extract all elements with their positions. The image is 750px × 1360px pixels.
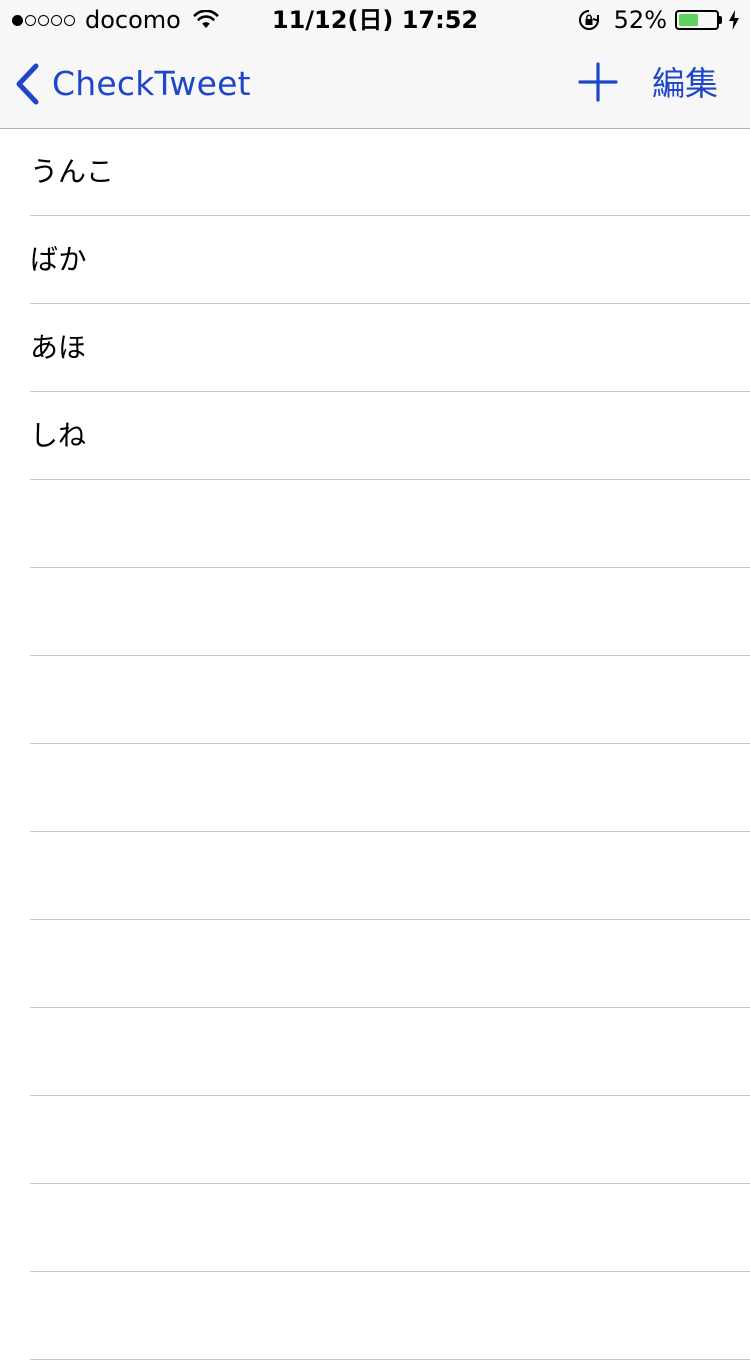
status-right: 52% xyxy=(578,6,740,34)
list-item[interactable] xyxy=(30,1272,750,1360)
list-item[interactable] xyxy=(30,656,750,744)
list-item[interactable] xyxy=(30,1096,750,1184)
chevron-left-icon xyxy=(16,63,39,105)
battery-fill xyxy=(679,14,698,26)
rotation-lock-icon xyxy=(578,10,599,30)
list-item[interactable] xyxy=(30,920,750,1008)
status-bar: docomo 11/12(日) 17:52 52% xyxy=(0,0,750,40)
battery-icon xyxy=(675,10,719,30)
list-item[interactable] xyxy=(30,744,750,832)
battery-tip xyxy=(719,16,722,24)
back-button[interactable]: CheckTweet xyxy=(14,62,251,106)
list-item[interactable]: あほ xyxy=(30,304,750,392)
list-item[interactable]: しね xyxy=(30,392,750,480)
back-button-label: CheckTweet xyxy=(52,64,251,103)
list-item[interactable] xyxy=(30,568,750,656)
word-list: うんこ ばか あほ しね xyxy=(0,128,750,1360)
list-item[interactable] xyxy=(30,480,750,568)
charging-bolt-icon xyxy=(729,10,739,30)
list-item-label: しね xyxy=(30,419,87,452)
list-item-label: ばか xyxy=(30,243,87,276)
list-item[interactable] xyxy=(30,1184,750,1272)
plus-icon[interactable] xyxy=(578,62,618,102)
list-item[interactable]: うんこ xyxy=(30,128,750,216)
list-item-label: あほ xyxy=(30,331,87,364)
navigation-bar: CheckTweet 編集 xyxy=(0,40,750,129)
edit-button[interactable]: 編集 xyxy=(652,62,718,106)
list-item[interactable] xyxy=(30,832,750,920)
list-item[interactable]: ばか xyxy=(30,216,750,304)
list-item-label: うんこ xyxy=(30,155,115,188)
list-item[interactable] xyxy=(30,1008,750,1096)
battery-percentage: 52% xyxy=(613,6,667,34)
